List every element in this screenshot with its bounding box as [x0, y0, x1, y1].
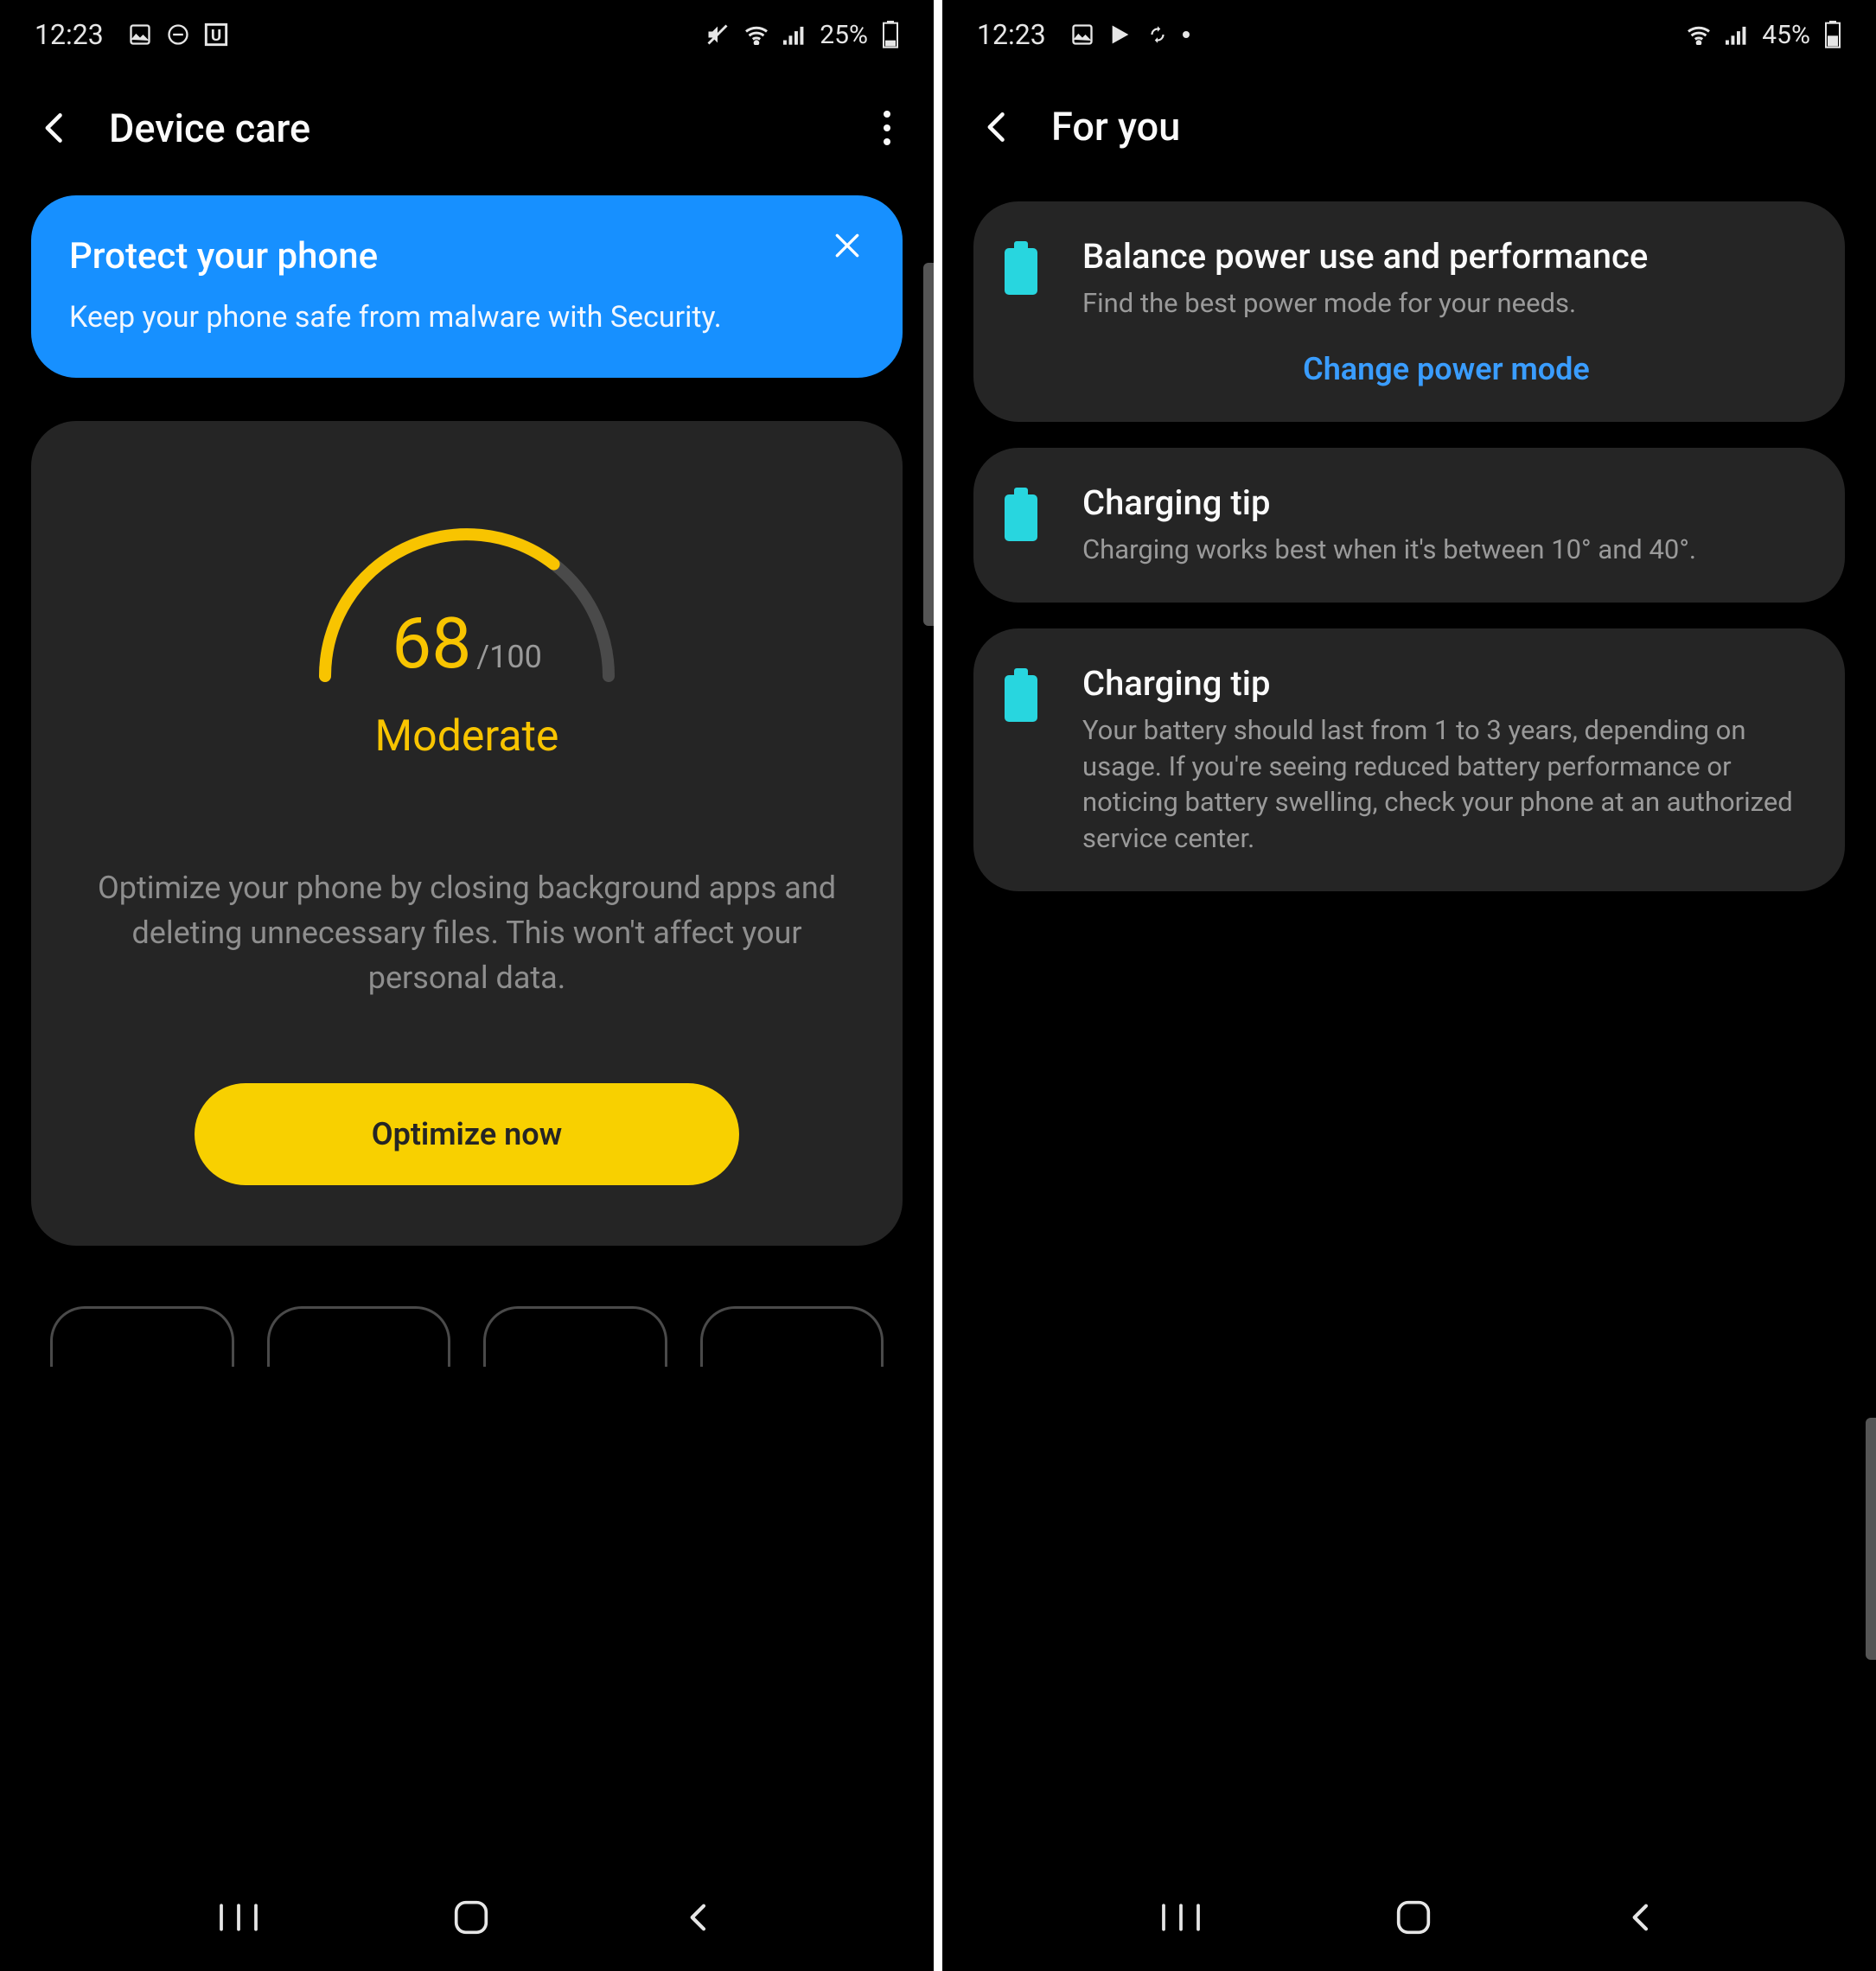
status-time: 12:23	[35, 18, 104, 51]
nav-back-button[interactable]	[1624, 1900, 1659, 1938]
bottom-categories	[0, 1246, 934, 1367]
svg-text:U: U	[211, 26, 221, 45]
tip-title: Charging tip	[1082, 482, 1810, 523]
left-screen: 12:23 U 25%	[0, 0, 934, 1971]
tip-title: Balance power use and performance	[1082, 236, 1810, 277]
nav-recents-button[interactable]	[217, 1900, 260, 1938]
u-icon: U	[204, 22, 228, 47]
gauge-label: Moderate	[62, 711, 871, 762]
status-time: 12:23	[977, 18, 1046, 51]
signal-icon	[783, 24, 806, 45]
gauge-score: 68	[392, 603, 471, 686]
dot-icon	[1183, 31, 1190, 38]
banner-title: Protect your phone	[69, 235, 865, 277]
battery-tip-icon	[1005, 494, 1037, 541]
tip-card-power-mode[interactable]: Balance power use and performance Find t…	[973, 201, 1845, 422]
more-options-button[interactable]	[877, 104, 897, 152]
nav-home-button[interactable]	[1395, 1899, 1432, 1939]
category-pill-memory[interactable]	[483, 1306, 667, 1367]
tip-desc: Find the best power mode for your needs.	[1082, 285, 1810, 322]
app-header: For you	[942, 69, 1876, 184]
device-score-card: 68/100 Moderate Optimize your phone by c…	[31, 421, 903, 1247]
score-gauge: 68/100	[277, 482, 657, 706]
picture-icon	[128, 22, 152, 47]
tip-title: Charging tip	[1082, 663, 1810, 704]
mute-icon	[705, 22, 730, 47]
back-button[interactable]	[36, 109, 74, 147]
page-title: Device care	[109, 105, 877, 151]
dnd-icon	[166, 22, 190, 47]
category-pill-storage[interactable]	[267, 1306, 451, 1367]
scroll-indicator[interactable]	[1866, 1418, 1876, 1660]
gauge-total: /100	[476, 639, 542, 675]
nav-recents-button[interactable]	[1159, 1900, 1203, 1938]
right-screen: 12:23 45%	[942, 0, 1876, 1971]
nav-back-button[interactable]	[682, 1900, 717, 1938]
sync-icon	[1146, 23, 1169, 46]
battery-percent: 25%	[820, 20, 868, 50]
battery-icon	[1824, 21, 1841, 48]
nav-home-button[interactable]	[453, 1899, 489, 1939]
category-pill-battery[interactable]	[50, 1306, 234, 1367]
scroll-indicator[interactable]	[923, 263, 934, 626]
tip-card-battery-life[interactable]: Charging tip Your battery should last fr…	[973, 628, 1845, 891]
optimize-now-button[interactable]: Optimize now	[195, 1083, 739, 1185]
page-title: For you	[1051, 104, 1840, 150]
app-header: Device care	[0, 69, 934, 187]
wifi-icon	[743, 24, 769, 45]
tip-desc: Charging works best when it's between 10…	[1082, 532, 1810, 568]
navigation-bar	[0, 1867, 934, 1971]
status-bar: 12:23 45%	[942, 0, 1876, 69]
back-button[interactable]	[979, 108, 1017, 146]
play-store-icon	[1108, 22, 1133, 47]
tip-card-charging-temp[interactable]: Charging tip Charging works best when it…	[973, 448, 1845, 603]
banner-desc: Keep your phone safe from malware with S…	[69, 298, 865, 338]
change-power-mode-button[interactable]: Change power mode	[1082, 351, 1810, 387]
close-banner-button[interactable]	[830, 228, 865, 266]
battery-percent: 45%	[1762, 20, 1810, 50]
navigation-bar	[942, 1867, 1876, 1971]
tip-desc: Your battery should last from 1 to 3 yea…	[1082, 712, 1810, 857]
battery-tip-icon	[1005, 248, 1037, 295]
wifi-icon	[1686, 24, 1712, 45]
battery-tip-icon	[1005, 675, 1037, 722]
protect-banner[interactable]: Protect your phone Keep your phone safe …	[31, 195, 903, 378]
picture-icon	[1070, 22, 1094, 47]
status-bar: 12:23 U 25%	[0, 0, 934, 69]
optimize-description: Optimize your phone by closing backgroun…	[62, 865, 871, 1001]
category-pill-security[interactable]	[700, 1306, 884, 1367]
signal-icon	[1726, 24, 1748, 45]
battery-icon	[882, 21, 899, 48]
